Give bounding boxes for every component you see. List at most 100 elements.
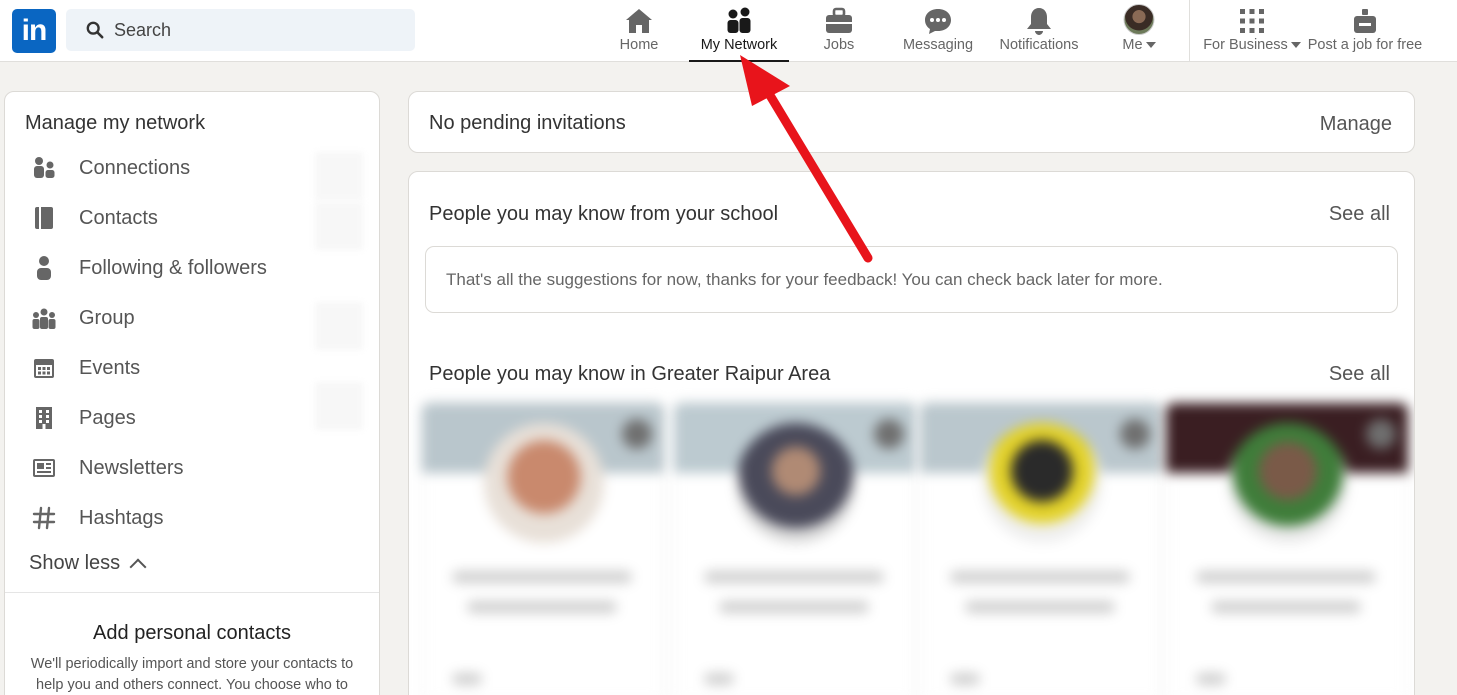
manage-network-card: Manage my network Connections Contacts F… xyxy=(4,91,380,695)
calendar-icon xyxy=(34,359,54,378)
nav-me-label-wrap: Me xyxy=(1104,37,1174,53)
address-book-icon xyxy=(35,207,53,229)
person-name xyxy=(704,571,884,583)
mutual-icon xyxy=(950,673,980,685)
nav-jobs-label: Jobs xyxy=(823,37,855,53)
nav-notifications[interactable]: Notifications xyxy=(994,0,1084,62)
search-input[interactable] xyxy=(114,9,404,51)
sidebar-item-label: Hashtags xyxy=(79,507,164,529)
caret-down-icon xyxy=(1290,42,1301,49)
sidebar-item-label: Events xyxy=(79,357,141,379)
person-suggestion-card[interactable] xyxy=(421,402,665,695)
mutual-icon xyxy=(1196,673,1226,685)
school-section-title: People you may know from your school xyxy=(429,203,779,225)
post-job-icon xyxy=(1354,9,1376,33)
sidebar-item-newsletters[interactable]: Newsletters xyxy=(31,449,371,489)
suggestions-notice-text: That's all the suggestions for now, than… xyxy=(446,270,1163,289)
chevron-up-icon xyxy=(129,558,147,576)
caret-down-icon xyxy=(1145,42,1156,49)
messaging-icon xyxy=(925,9,951,34)
search-box[interactable] xyxy=(66,9,415,51)
profile-photo xyxy=(982,423,1102,543)
nav-my-network[interactable]: My Network xyxy=(689,0,789,62)
nav-home-label: Home xyxy=(619,37,659,53)
profile-photo xyxy=(736,423,856,543)
sidebar-item-connections[interactable]: Connections xyxy=(31,149,371,189)
person-suggestion-card[interactable] xyxy=(919,402,1163,695)
add-contacts-title: Add personal contacts xyxy=(93,622,291,644)
avatar xyxy=(1123,4,1155,35)
nav-for-business-label-wrap: For Business xyxy=(1200,37,1304,53)
nav-me-label: Me xyxy=(1122,37,1143,53)
person-name xyxy=(950,571,1130,583)
dismiss-icon[interactable] xyxy=(1120,419,1150,449)
person-name xyxy=(1196,571,1376,583)
divider xyxy=(5,592,379,593)
person-suggestion-card[interactable] xyxy=(673,402,917,695)
nav-notifications-label: Notifications xyxy=(999,37,1079,53)
group-icon xyxy=(32,308,56,329)
show-less-button[interactable]: Show less xyxy=(29,552,147,576)
profile-photo xyxy=(484,423,604,543)
home-icon xyxy=(626,9,652,33)
person-headline xyxy=(719,601,869,613)
invitations-title: No pending invitations xyxy=(429,112,626,134)
sidebar-item-following[interactable]: Following & followers xyxy=(31,249,371,289)
invitations-card: No pending invitations Manage xyxy=(408,91,1415,153)
sidebar-item-pages[interactable]: Pages xyxy=(31,399,371,439)
nav-home[interactable]: Home xyxy=(603,0,675,62)
linkedin-logo[interactable]: in xyxy=(12,9,56,53)
nav-messaging[interactable]: Messaging xyxy=(898,0,978,62)
nav-me[interactable]: Me xyxy=(1104,0,1174,62)
top-navigation-bar: in Home My Network Jobs xyxy=(0,0,1457,62)
person-headline xyxy=(965,601,1115,613)
add-contacts-description: We'll periodically import and store your… xyxy=(30,656,354,693)
person-headline xyxy=(1211,601,1361,613)
person-icon xyxy=(37,256,51,280)
newsletter-icon xyxy=(33,459,55,477)
dismiss-icon[interactable] xyxy=(622,419,652,449)
sidebar-item-contacts[interactable]: Contacts xyxy=(31,199,371,239)
my-network-icon xyxy=(727,7,751,33)
sidebar-item-group[interactable]: Group xyxy=(31,299,371,339)
people-you-may-know-card: People you may know from your school See… xyxy=(408,171,1415,695)
apps-grid-icon xyxy=(1240,9,1264,33)
manage-network-title: Manage my network xyxy=(25,112,206,134)
sidebar-item-label: Connections xyxy=(79,157,191,179)
see-all-area-button[interactable]: See all xyxy=(1329,363,1390,386)
people-icon xyxy=(34,157,55,178)
sidebar-item-label: Contacts xyxy=(79,207,158,229)
nav-jobs[interactable]: Jobs xyxy=(803,0,875,62)
mutual-icon xyxy=(452,673,482,685)
sidebar-item-events[interactable]: Events xyxy=(31,349,371,389)
person-headline xyxy=(467,601,617,613)
briefcase-icon xyxy=(826,7,852,33)
nav-post-job[interactable]: Post a job for free xyxy=(1304,0,1426,62)
person-suggestion-card[interactable] xyxy=(1165,402,1409,695)
sidebar-item-label: Newsletters xyxy=(79,457,184,479)
building-icon xyxy=(36,407,52,429)
person-name xyxy=(452,571,632,583)
search-icon xyxy=(86,21,104,39)
dismiss-icon[interactable] xyxy=(874,419,904,449)
nav-messaging-label: Messaging xyxy=(902,37,974,53)
area-section-title: People you may know in Greater Raipur Ar… xyxy=(429,363,831,385)
sidebar-item-hashtags[interactable]: Hashtags xyxy=(31,499,371,539)
see-all-school-button[interactable]: See all xyxy=(1329,203,1390,226)
sidebar-item-label: Following & followers xyxy=(79,257,267,279)
profile-photo xyxy=(1228,423,1348,543)
suggestions-notice: That's all the suggestions for now, than… xyxy=(425,246,1398,313)
sidebar-item-label: Pages xyxy=(79,407,136,429)
nav-post-job-label: Post a job for free xyxy=(1307,37,1423,53)
nav-for-business[interactable]: For Business xyxy=(1200,0,1304,62)
dismiss-icon[interactable] xyxy=(1366,419,1396,449)
nav-for-business-label: For Business xyxy=(1203,37,1288,53)
bell-icon xyxy=(1027,8,1051,35)
show-less-label: Show less xyxy=(29,552,121,574)
nav-my-network-label: My Network xyxy=(700,37,778,53)
manage-button[interactable]: Manage xyxy=(1320,113,1392,136)
hashtag-icon xyxy=(32,506,56,530)
mutual-icon xyxy=(704,673,734,685)
nav-divider xyxy=(1189,0,1190,62)
sidebar-item-label: Group xyxy=(79,307,135,329)
